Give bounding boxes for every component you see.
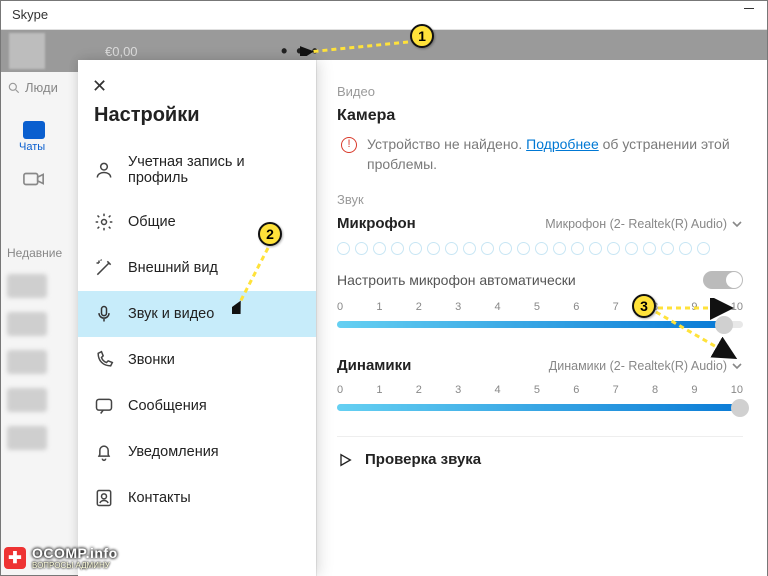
warning-icon: ! xyxy=(341,137,357,153)
tick: 9 xyxy=(691,301,697,313)
settings-item-label: Контакты xyxy=(128,490,191,506)
settings-item-calls[interactable]: Звонки xyxy=(78,337,316,383)
settings-item-label: Общие xyxy=(128,214,176,230)
annotation-3: 3 xyxy=(632,294,656,318)
tick: 1 xyxy=(376,384,382,396)
tick: 4 xyxy=(495,384,501,396)
more-menu-button[interactable]: • • • xyxy=(281,41,320,62)
speakers-title: Динамики xyxy=(337,357,411,374)
tick: 6 xyxy=(573,301,579,313)
tick: 5 xyxy=(534,301,540,313)
list-item[interactable] xyxy=(7,312,47,336)
tick: 0 xyxy=(337,384,343,396)
play-icon xyxy=(337,452,353,468)
video-section-label: Видео xyxy=(337,84,743,99)
mic-icon xyxy=(94,304,114,324)
list-item[interactable] xyxy=(7,426,47,450)
balance: €0,00 xyxy=(105,44,138,59)
settings-item-label: Звук и видео xyxy=(128,306,214,322)
annotation-2: 2 xyxy=(258,222,282,246)
window-title: Skype xyxy=(12,7,48,22)
chevron-down-icon xyxy=(731,218,743,230)
microphone-device-name: Микрофон (2- Realtek(R) Audio) xyxy=(545,217,727,231)
list-item[interactable] xyxy=(7,388,47,412)
avatar[interactable] xyxy=(9,33,45,69)
test-sound-row[interactable]: Проверка звука xyxy=(337,436,743,468)
speakers-volume-slider[interactable]: 0 1 2 3 4 5 6 7 8 9 10 xyxy=(337,384,743,418)
settings-item-messages[interactable]: Сообщения xyxy=(78,383,316,429)
slider-thumb[interactable] xyxy=(731,399,749,417)
search-placeholder: Люди xyxy=(25,80,58,95)
person-icon xyxy=(94,160,114,180)
close-icon[interactable]: ✕ xyxy=(92,76,107,97)
chats-tab-icon[interactable] xyxy=(23,121,79,139)
test-sound-label: Проверка звука xyxy=(365,451,481,468)
tick: 8 xyxy=(652,384,658,396)
settings-item-label: Внешний вид xyxy=(128,260,218,276)
tick: 4 xyxy=(495,301,501,313)
tick: 0 xyxy=(337,301,343,313)
tick: 2 xyxy=(416,384,422,396)
settings-title: Настройки xyxy=(78,60,316,141)
list-item[interactable] xyxy=(7,274,47,298)
tick: 9 xyxy=(691,384,697,396)
tick: 3 xyxy=(455,384,461,396)
settings-item-label: Учетная запись и профиль xyxy=(128,154,300,186)
settings-content: Видео Камера ! Устройство не найдено. По… xyxy=(316,60,767,576)
tick: 3 xyxy=(455,301,461,313)
tick: 2 xyxy=(416,301,422,313)
tick: 7 xyxy=(613,384,619,396)
settings-item-label: Звонки xyxy=(128,352,175,368)
settings-item-account[interactable]: Учетная запись и профиль xyxy=(78,141,316,199)
settings-item-notifications[interactable]: Уведомления xyxy=(78,429,316,475)
tick: 6 xyxy=(573,384,579,396)
camera-tab-icon[interactable] xyxy=(23,171,79,192)
watermark-sub: ВОПРОСЫ АДМИНУ xyxy=(32,561,118,570)
recent-label: Недавние xyxy=(7,246,79,260)
tick: 1 xyxy=(376,301,382,313)
settings-item-audio-video[interactable]: Звук и видео xyxy=(78,291,316,337)
list-item[interactable] xyxy=(7,350,47,374)
bell-icon xyxy=(94,442,114,462)
mic-auto-label: Настроить микрофон автоматически xyxy=(337,272,576,288)
tick: 5 xyxy=(534,384,540,396)
microphone-volume-slider[interactable]: 0 1 2 3 4 5 6 7 8 9 10 xyxy=(337,301,743,335)
settings-panel: ✕ Настройки Учетная запись и профиль Общ… xyxy=(78,60,316,576)
search-input[interactable]: Люди xyxy=(1,72,79,103)
settings-item-contacts[interactable]: Контакты xyxy=(78,475,316,521)
microphone-title: Микрофон xyxy=(337,215,416,232)
gear-icon xyxy=(94,212,114,232)
settings-item-label: Уведомления xyxy=(128,444,219,460)
chevron-down-icon xyxy=(731,360,743,372)
phone-icon xyxy=(94,350,114,370)
slider-thumb[interactable] xyxy=(715,316,733,334)
tick: 7 xyxy=(613,301,619,313)
watermark: ✚ OCOMP.info ВОПРОСЫ АДМИНУ xyxy=(4,545,118,570)
camera-learn-more-link[interactable]: Подробнее xyxy=(526,136,599,152)
tick: 10 xyxy=(731,384,743,396)
sound-section-label: Звук xyxy=(337,192,743,207)
mic-auto-toggle[interactable] xyxy=(703,271,743,289)
tick: 10 xyxy=(731,301,743,313)
speakers-device-dropdown[interactable]: Динамики (2- Realtek(R) Audio) xyxy=(549,359,743,373)
left-rail: Люди Чаты Недавние xyxy=(1,72,79,575)
microphone-device-dropdown[interactable]: Микрофон (2- Realtek(R) Audio) xyxy=(545,217,743,231)
titlebar: Skype xyxy=(0,0,768,30)
microphone-level-meter xyxy=(337,242,743,255)
wand-icon xyxy=(94,258,114,278)
settings-item-label: Сообщения xyxy=(128,398,207,414)
chat-icon xyxy=(94,396,114,416)
camera-warning: ! Устройство не найдено. Подробнее об ус… xyxy=(337,135,743,174)
speakers-device-name: Динамики (2- Realtek(R) Audio) xyxy=(549,359,727,373)
watermark-brand: OCOMP.info xyxy=(32,545,118,561)
annotation-1: 1 xyxy=(410,24,434,48)
minimize-button[interactable] xyxy=(744,8,754,9)
camera-warning-text: Устройство не найдено. xyxy=(367,136,526,152)
contacts-icon xyxy=(94,488,114,508)
watermark-icon: ✚ xyxy=(4,547,26,569)
settings-item-appearance[interactable]: Внешний вид xyxy=(78,245,316,291)
camera-title: Камера xyxy=(337,107,743,125)
